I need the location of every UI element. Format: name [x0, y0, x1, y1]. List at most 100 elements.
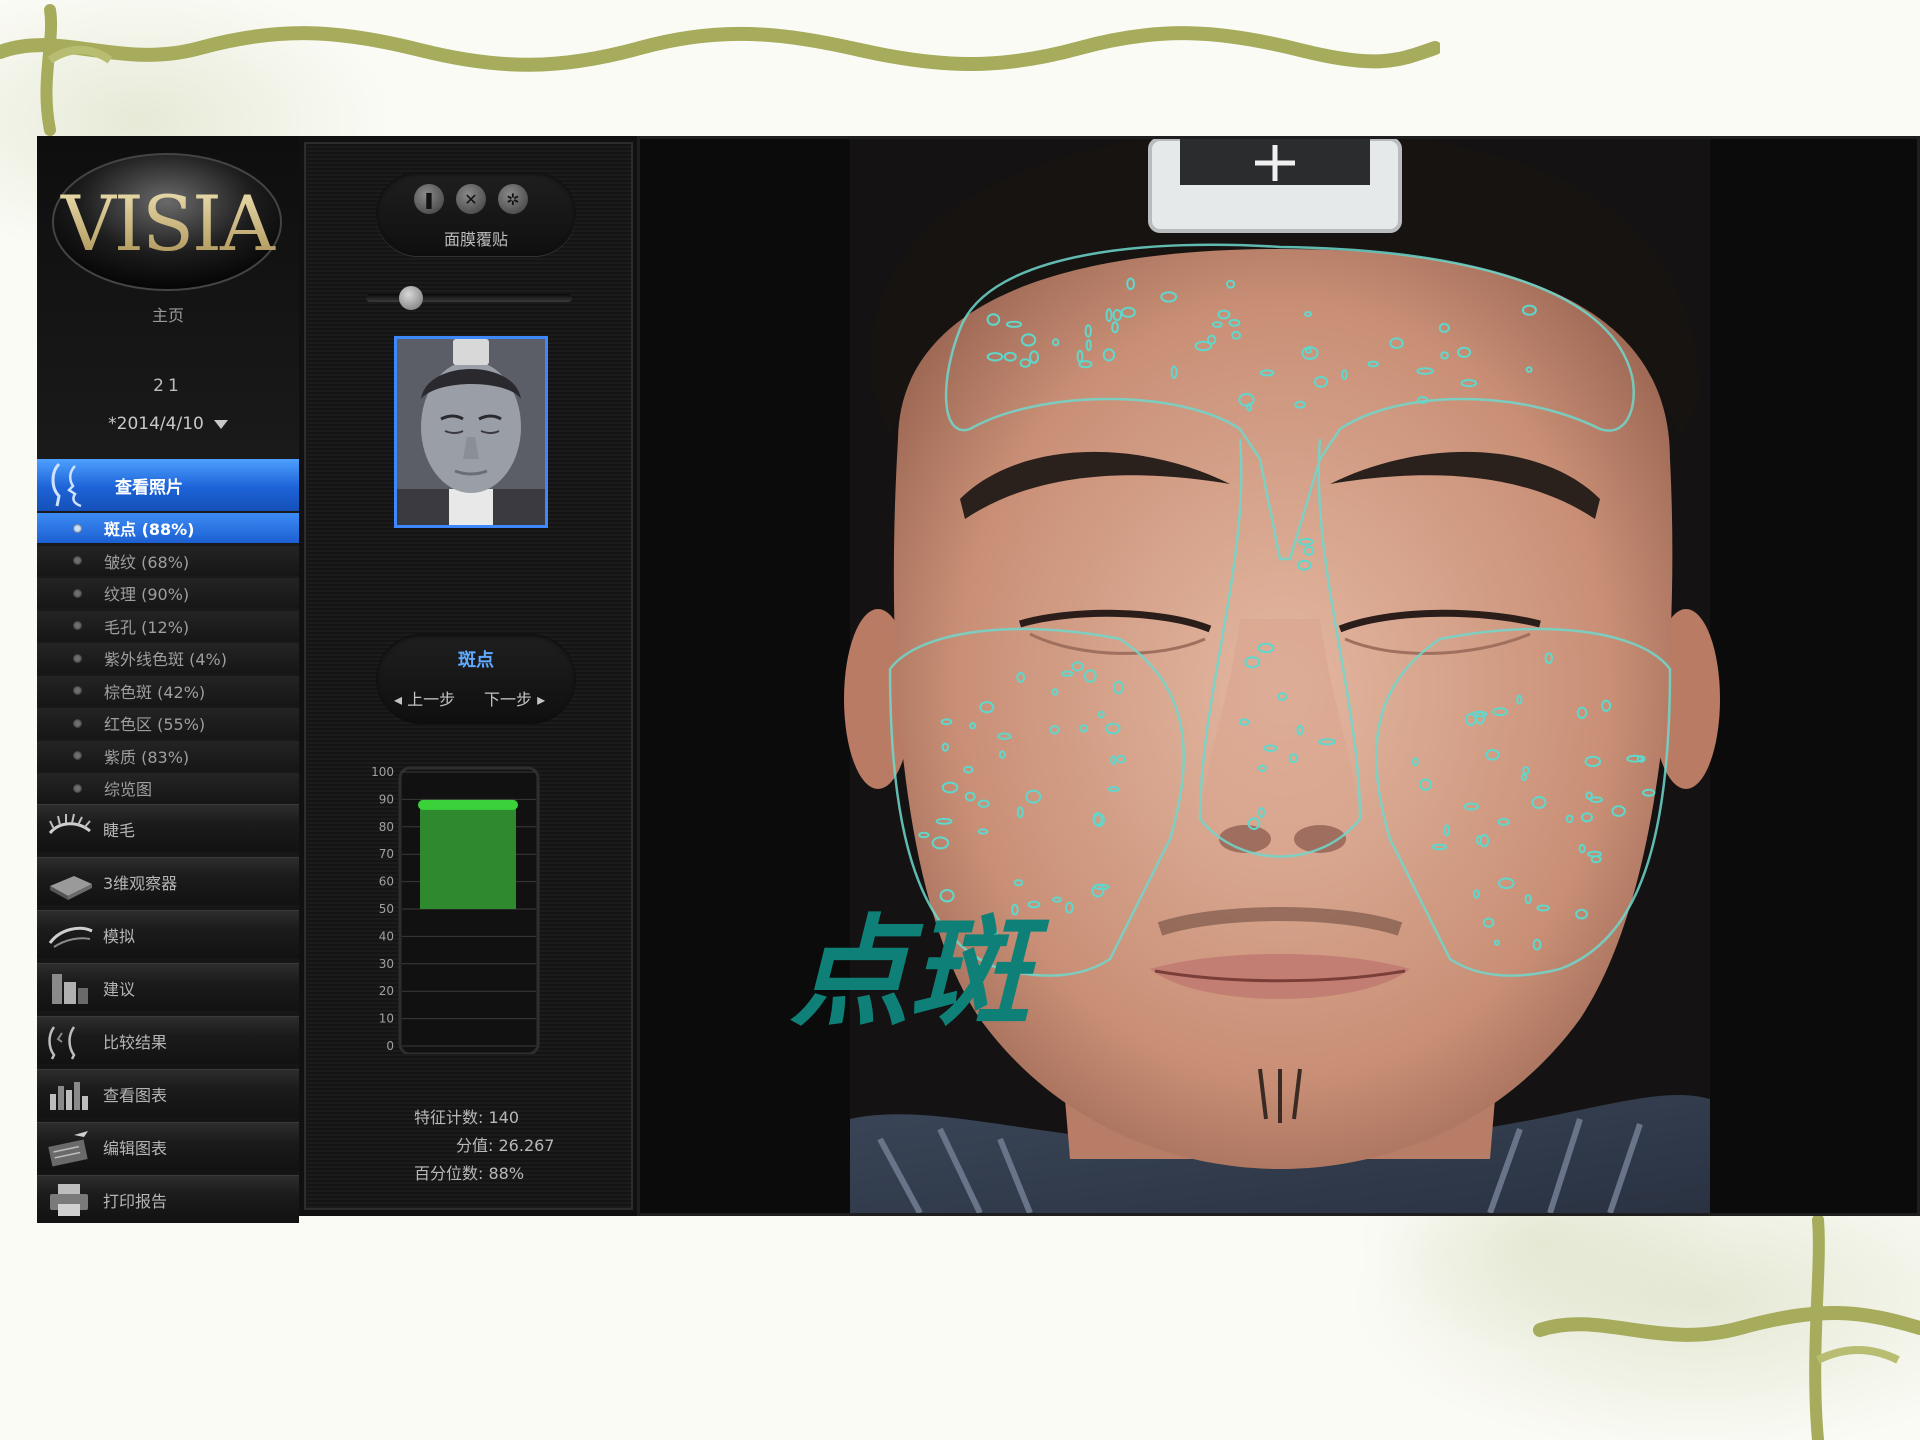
feature-item[interactable]: 纹理 (90%) [37, 578, 299, 608]
percentile-row: 百分位数: 88% [414, 1164, 525, 1183]
face-photo: 点斑 [640, 139, 1917, 1213]
meter-tick-label: 40 [379, 929, 394, 943]
feature-item[interactable]: 棕色斑 (42%) [37, 675, 299, 706]
chevron-down-icon [213, 419, 228, 429]
view-photos-button[interactable]: 查看照片 [37, 459, 299, 511]
client-count: 21 [153, 376, 183, 396]
feature-item-label: 紫质 (83%) [104, 747, 190, 767]
nav-item-label: 比较结果 [103, 1032, 168, 1052]
settings-icon[interactable]: ✲ [498, 184, 528, 214]
meter-tick-label: 0 [386, 1039, 394, 1053]
nav-item-simulation[interactable]: 模拟 [37, 910, 299, 958]
feature-item[interactable]: 斑点 (88%) [37, 513, 299, 543]
percentile-meter: 1009080706050403020100 [371, 765, 540, 1054]
nav-item-printer[interactable]: 打印报告 [37, 1175, 299, 1223]
feature-item[interactable]: 皱纹 (68%) [37, 545, 299, 576]
feature-navigator: 斑点 ◂ 上一步 下一步 ▸ [376, 634, 576, 724]
bullet-icon [73, 653, 82, 663]
bullet-icon [73, 588, 82, 598]
feature-item[interactable]: 紫质 (83%) [37, 740, 299, 771]
close-icon[interactable]: ✕ [456, 184, 486, 214]
feature-item-label: 红色区 (55%) [104, 715, 206, 734]
nav-item-label: 睫毛 [103, 820, 136, 840]
meter-tick-label: 50 [379, 902, 394, 916]
feature-item[interactable]: 红色区 (55%) [37, 708, 299, 738]
nav-item-chart[interactable]: 查看图表 [37, 1069, 299, 1117]
3d-viewer-icon [43, 862, 95, 902]
meter-fill [420, 804, 516, 909]
top-vine-decoration [0, 4, 1440, 136]
score-row: 分值: 26.267 [456, 1136, 555, 1155]
meter-tick-label: 20 [379, 984, 394, 998]
feature-count-row: 特征计数: 140 [414, 1108, 520, 1127]
feature-item-label: 皱纹 (68%) [104, 552, 190, 572]
nav-item-eyelash[interactable]: 睫毛 [37, 804, 299, 852]
meter-tick-label: 60 [379, 875, 394, 889]
main-nav-list: 睫毛 3维观察器模拟建议比较结果查看图表编辑图表打印报告 [37, 804, 299, 1228]
meter-tick-label: 30 [379, 957, 394, 971]
bullet-icon [73, 718, 82, 728]
feature-item[interactable]: 综览图 [37, 773, 299, 803]
chevron-right-icon: ▸ [532, 690, 546, 709]
feature-item[interactable]: 紫外线色斑 (4%) [37, 643, 299, 673]
meter-tick-label: 10 [379, 1012, 394, 1026]
face-thumbnail[interactable] [394, 336, 548, 528]
meter-tick-label: 80 [379, 820, 394, 834]
meter-tick-label: 70 [379, 847, 394, 861]
bullet-icon [73, 751, 82, 760]
nav-item-recommendation[interactable]: 建议 [37, 963, 299, 1011]
printer-icon [43, 1180, 95, 1220]
bottom-vine-decoration [1533, 1214, 1920, 1440]
bullet-icon [73, 556, 82, 565]
bullet-icon [73, 783, 82, 793]
overlay-caption: 点斑 [790, 904, 1050, 1043]
nav-item-label: 打印报告 [103, 1191, 168, 1211]
sidebar: VISIA 主页 21 *2014/4/10 查看照片 斑点 (88%) 皱纹 (… [37, 136, 299, 1223]
current-feature-title: 斑点 [458, 650, 494, 671]
slider-thumb[interactable] [399, 286, 423, 310]
meter-tick-label: 100 [371, 765, 394, 779]
percentile-value: 88% [488, 1164, 525, 1183]
bullet-icon [73, 523, 82, 533]
nav-item-compare[interactable]: 比较结果 [37, 1016, 299, 1064]
overlay-opacity-slider[interactable] [366, 286, 572, 310]
feature-item-label: 综览图 [104, 780, 153, 799]
recommendation-icon [43, 968, 95, 1008]
face-photo-viewer[interactable]: 点斑 [637, 136, 1920, 1216]
view-photos-label: 查看照片 [115, 477, 183, 498]
meter-value-marker [418, 799, 518, 810]
feature-item-label: 毛孔 (12%) [104, 617, 190, 637]
score-value: 26.267 [498, 1136, 555, 1155]
next-step-button[interactable]: 下一步 ▸ [484, 686, 545, 710]
feature-count-value: 140 [488, 1108, 520, 1127]
nav-item-edit-chart[interactable]: 编辑图表 [37, 1122, 299, 1170]
mask-overlay-control: ❚ ✕ ✲ 面膜覆贴 [376, 172, 576, 256]
previous-step-button[interactable]: ◂ 上一步 [394, 686, 455, 710]
feature-item-label: 斑点 (88%) [104, 520, 195, 539]
nav-item-3d-viewer[interactable]: 3维观察器 [37, 857, 299, 905]
face-profile-icon [51, 462, 82, 508]
session-date-value: *2014/4/10 [108, 414, 204, 434]
eyelash-icon [43, 809, 95, 849]
feature-item-label: 棕色斑 (42%) [104, 682, 206, 702]
chevron-left-icon: ◂ [394, 690, 408, 709]
edit-chart-icon [43, 1127, 95, 1167]
nav-item-label: 查看图表 [103, 1085, 168, 1105]
show-mask-icon[interactable]: ❚ [414, 184, 444, 214]
nav-item-label: 编辑图表 [103, 1138, 168, 1158]
meter-tick-label: 90 [379, 792, 394, 806]
feature-item[interactable]: 毛孔 (12%) [37, 610, 299, 641]
bullet-icon [73, 686, 82, 695]
analysis-control-panel: ❚ ✕ ✲ 面膜覆贴 斑点 ◂ 上一步 下一步 ▸ 100 90 80 70 6… [304, 142, 633, 1210]
visia-logo[interactable]: VISIA [51, 152, 283, 292]
bullet-icon [73, 621, 82, 630]
mask-overlay-label: 面膜覆贴 [443, 230, 508, 249]
nav-item-label: 建议 [103, 979, 136, 999]
home-link[interactable]: 主页 [37, 302, 299, 326]
session-date-dropdown[interactable]: *2014/4/10 [37, 414, 299, 434]
compare-icon [43, 1021, 95, 1061]
feature-item-label: 纹理 (90%) [104, 585, 190, 604]
visia-app-window: VISIA 主页 21 *2014/4/10 查看照片 斑点 (88%) 皱纹 (… [37, 136, 1920, 1223]
face-thumbnail-image [397, 339, 545, 525]
chart-icon [43, 1074, 95, 1114]
